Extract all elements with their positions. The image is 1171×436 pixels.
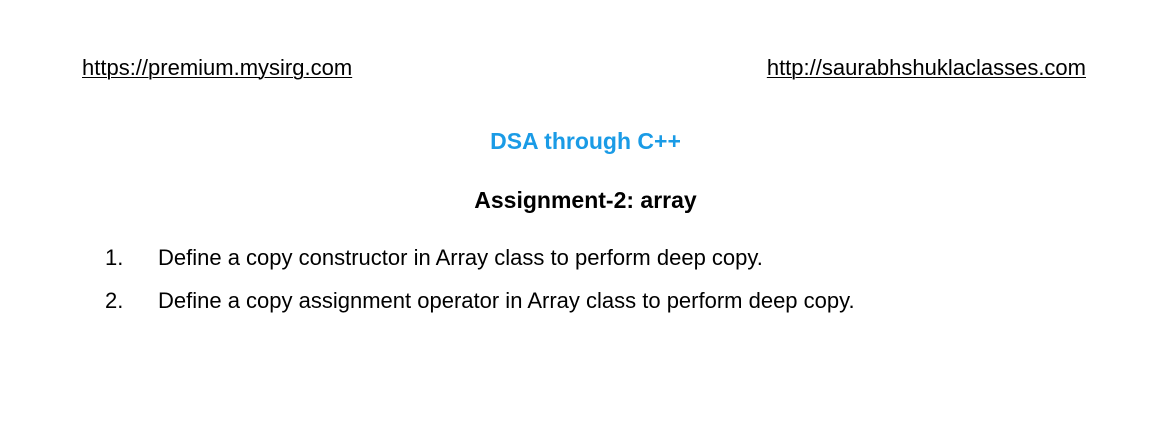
task-number: 2. — [105, 288, 124, 313]
saurabhshukla-classes-link[interactable]: http://saurabhshuklaclasses.com — [767, 55, 1086, 81]
header-links: https://premium.mysirg.com http://saurab… — [82, 55, 1086, 85]
document-page: https://premium.mysirg.com http://saurab… — [0, 0, 1171, 436]
task-text: Define a copy constructor in Array class… — [158, 245, 763, 270]
assignment-title: Assignment-2: array — [474, 187, 697, 213]
course-title: DSA through C++ — [490, 128, 681, 154]
task-number: 1. — [105, 245, 124, 270]
task-text: Define a copy assignment operator in Arr… — [158, 288, 855, 313]
premium-mysirg-link[interactable]: https://premium.mysirg.com — [82, 55, 352, 81]
